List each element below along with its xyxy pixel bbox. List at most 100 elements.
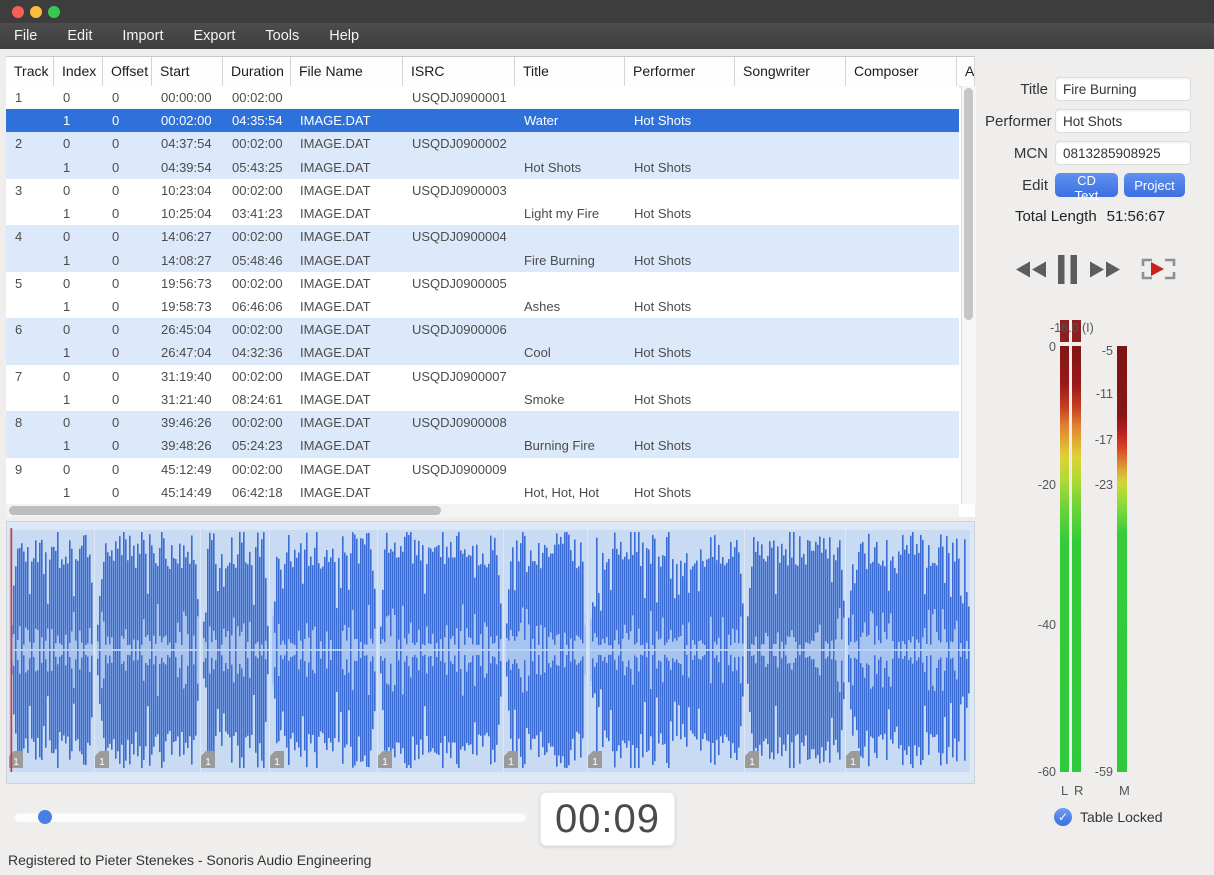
performer-input[interactable] [1055,109,1191,133]
cell-file: IMAGE.DAT [291,481,403,504]
table-row[interactable]: 70031:19:4000:02:00IMAGE.DATUSQDJ0900007 [6,365,959,388]
table-row[interactable]: 10000:00:0000:02:00USQDJ0900001 [6,86,959,109]
table-row[interactable]: 1019:58:7306:46:06IMAGE.DATAshesHot Shot… [6,295,959,318]
minimize-window-icon[interactable] [30,6,42,18]
menu-export[interactable]: Export [178,23,250,49]
cell-songwriter [735,365,846,388]
close-window-icon[interactable] [12,6,24,18]
cell-title: Hot Shots [515,156,625,179]
table-locked-checkbox[interactable]: ✓ [1054,808,1072,826]
column-header-isrc[interactable]: ISRC [403,57,515,86]
cell-offset: 0 [103,272,152,295]
project-button[interactable]: Project [1124,173,1185,197]
cell-start: 04:37:54 [152,132,223,155]
seek-slider[interactable] [14,812,527,822]
column-header-file-name[interactable]: File Name [291,57,403,86]
column-header-index[interactable]: Index [54,57,103,86]
menu-edit[interactable]: Edit [52,23,107,49]
table-row[interactable]: 50019:56:7300:02:00IMAGE.DATUSQDJ0900005 [6,272,959,295]
cell-songwriter [735,202,846,225]
cell-duration: 00:02:00 [223,86,291,109]
cell-songwriter [735,318,846,341]
column-header-start[interactable]: Start [152,57,223,86]
horizontal-scrollbar[interactable] [6,504,959,517]
cell-isrc [403,341,515,364]
cell-arr [957,225,959,248]
title-input[interactable] [1055,77,1191,101]
column-header-songwriter[interactable]: Songwriter [735,57,846,86]
pause-button[interactable] [1058,255,1077,284]
cell-isrc [403,295,515,318]
cell-start: 39:46:26 [152,411,223,434]
table-row[interactable]: 1004:39:5405:43:25IMAGE.DATHot ShotsHot … [6,156,959,179]
mcn-label: MCN [985,145,1055,162]
cell-performer: Hot Shots [625,434,735,457]
vertical-scrollbar[interactable] [961,86,976,504]
time-display-value: 00:09 [555,797,660,842]
cd-text-button[interactable]: CD Text [1055,173,1118,197]
table-row[interactable]: 20004:37:5400:02:00IMAGE.DATUSQDJ0900002 [6,132,959,155]
table-row[interactable]: 1026:47:0404:32:36IMAGE.DATCoolHot Shots [6,341,959,364]
table-row[interactable]: 90045:12:4900:02:00IMAGE.DATUSQDJ0900009 [6,458,959,481]
table-row[interactable]: 1031:21:4008:24:61IMAGE.DATSmokeHot Shot… [6,388,959,411]
rewind-button[interactable] [1016,261,1046,278]
table-row[interactable]: 40014:06:2700:02:00IMAGE.DATUSQDJ0900004 [6,225,959,248]
table-row[interactable]: 1014:08:2705:48:46IMAGE.DATFire BurningH… [6,249,959,272]
horizontal-scrollbar-thumb[interactable] [9,506,441,515]
cell-songwriter [735,458,846,481]
fast-forward-button[interactable] [1090,261,1120,278]
waveform-display[interactable]: 111111111 [6,521,975,784]
cell-start: 19:58:73 [152,295,223,318]
menu-help[interactable]: Help [314,23,374,49]
column-header-composer[interactable]: Composer [846,57,957,86]
table-row[interactable]: 80039:46:2600:02:00IMAGE.DATUSQDJ0900008 [6,411,959,434]
window-titlebar [0,0,1214,23]
column-header-title[interactable]: Title [515,57,625,86]
meter-bar-left [1060,346,1069,772]
zoom-window-icon[interactable] [48,6,60,18]
loudness-scale-label: -5 [1078,344,1113,358]
column-header-duration[interactable]: Duration [223,57,291,86]
cell-songwriter [735,341,846,364]
play-selection-button[interactable] [1140,257,1177,281]
edit-row: Edit CD Text Project [985,173,1185,197]
track-marker-number: 1 [274,757,280,768]
table-row[interactable]: 1010:25:0403:41:23IMAGE.DATLight my Fire… [6,202,959,225]
cell-composer [846,341,957,364]
column-header-performer[interactable]: Performer [625,57,735,86]
lr-scale-label: -60 [1020,765,1056,779]
column-header-arr[interactable]: Arr [957,57,975,86]
cell-isrc: USQDJ0900003 [403,179,515,202]
column-header-offset[interactable]: Offset [103,57,152,86]
cell-index: 1 [54,295,103,318]
seek-slider-handle[interactable] [38,810,52,824]
column-header-track[interactable]: Track [6,57,54,86]
vertical-scrollbar-thumb[interactable] [964,88,973,320]
menu-file[interactable]: File [0,23,52,49]
cell-duration: 05:43:25 [223,156,291,179]
cell-start: 31:19:40 [152,365,223,388]
cell-songwriter [735,481,846,504]
cell-arr [957,179,959,202]
lr-scale-label: -40 [1020,618,1056,632]
cell-isrc: USQDJ0900007 [403,365,515,388]
table-row[interactable]: 30010:23:0400:02:00IMAGE.DATUSQDJ0900003 [6,179,959,202]
table-row[interactable]: 1039:48:2605:24:23IMAGE.DATBurning FireH… [6,434,959,457]
meter-bar-loudness [1117,346,1127,772]
menu-tools[interactable]: Tools [250,23,314,49]
cell-arr [957,295,959,318]
cell-offset: 0 [103,132,152,155]
cell-track: 7 [6,365,54,388]
mcn-input[interactable] [1055,141,1191,165]
cell-performer: Hot Shots [625,295,735,318]
lr-scale-label: -20 [1020,478,1056,492]
table-row[interactable]: 1000:02:0004:35:54IMAGE.DATWaterHot Shot… [6,109,959,132]
table-row[interactable]: 1045:14:4906:42:18IMAGE.DATHot, Hot, Hot… [6,481,959,504]
playhead-cursor[interactable] [11,528,13,772]
cell-performer [625,225,735,248]
menu-import[interactable]: Import [107,23,178,49]
cell-performer: Hot Shots [625,202,735,225]
cell-offset: 0 [103,341,152,364]
cell-arr [957,388,959,411]
table-row[interactable]: 60026:45:0400:02:00IMAGE.DATUSQDJ0900006 [6,318,959,341]
